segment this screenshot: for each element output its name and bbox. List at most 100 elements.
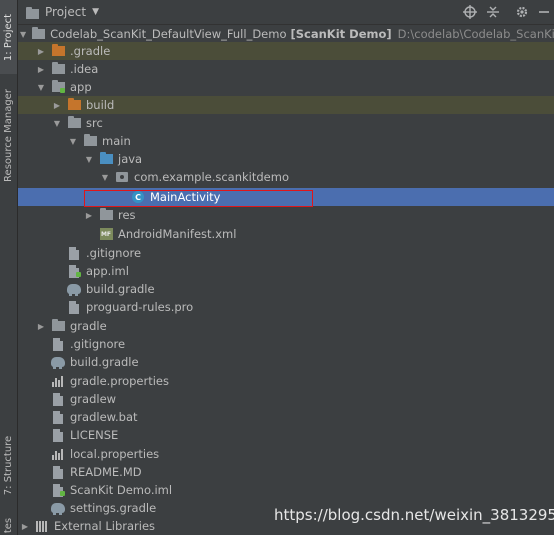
file-icon <box>50 392 66 406</box>
tree-item-app[interactable]: ▼ app <box>18 78 554 96</box>
tree-item-app-iml[interactable]: app.iml <box>18 262 554 280</box>
tool-window-strip: 1: Project Resource Manager 7: Structure… <box>0 0 18 535</box>
tree-item-label: README.MD <box>70 465 142 479</box>
tree-item-label: res <box>118 208 136 222</box>
resource-manager-label: Resource Manager <box>3 88 14 182</box>
tree-item-label: proguard-rules.pro <box>86 300 194 314</box>
tree-item-label: ScanKit Demo.iml <box>70 483 173 497</box>
tree-item-label: .gradle <box>70 44 111 58</box>
expand-arrow-icon[interactable]: ▼ <box>52 118 62 128</box>
collapsed-arrow-icon[interactable]: ▶ <box>36 64 46 74</box>
tree-item-main-activity[interactable]: C MainActivity <box>18 188 554 206</box>
watermark-text: https://blog.csdn.net/weixin_38132951 <box>274 506 554 524</box>
resource-manager-tab[interactable]: Resource Manager <box>0 80 17 190</box>
expand-arrow-icon[interactable]: ▼ <box>68 136 78 146</box>
folder-icon <box>50 62 66 76</box>
tree-item-readme[interactable]: README.MD <box>18 463 554 481</box>
properties-icon <box>50 374 66 388</box>
gradle-elephant-icon <box>50 501 66 515</box>
tree-item-label: build.gradle <box>86 282 155 296</box>
tree-item-label: gradle <box>70 319 107 333</box>
structure-tab-label: 7: Structure <box>3 435 14 495</box>
project-view-selector[interactable]: Project <box>45 5 86 19</box>
root-path: D:\codelab\Codelab_ScanKit_DefaultView <box>397 27 554 41</box>
tree-item-app-gitignore[interactable]: .gitignore <box>18 244 554 262</box>
project-panel-header: Project ▼ <box>18 0 554 25</box>
tree-item-label: AndroidManifest.xml <box>118 227 237 241</box>
class-icon: C <box>130 190 146 204</box>
tree-item-java[interactable]: ▼ java <box>18 150 554 168</box>
tree-item-manifest[interactable]: MF AndroidManifest.xml <box>18 225 554 243</box>
tree-item-gradle[interactable]: ▶ gradle <box>18 317 554 335</box>
tree-item-app-build-gradle[interactable]: build.gradle <box>18 280 554 298</box>
folder-icon <box>50 44 66 58</box>
tree-item-label: app.iml <box>86 264 129 278</box>
tree-item-package[interactable]: ▼ com.example.scankitdemo <box>18 168 554 186</box>
tree-item-proguard[interactable]: proguard-rules.pro <box>18 298 554 316</box>
tree-item-label: local.properties <box>70 447 160 461</box>
tree-item-label: src <box>86 116 103 130</box>
tree-item-label: External Libraries <box>54 519 156 533</box>
collapsed-arrow-icon[interactable]: ▶ <box>52 100 62 110</box>
tree-item-gitignore[interactable]: .gitignore <box>18 335 554 353</box>
tree-item-res[interactable]: ▶ res <box>18 206 554 224</box>
tree-item-label: build.gradle <box>70 355 139 369</box>
folder-icon <box>50 319 66 333</box>
libraries-icon <box>34 519 50 533</box>
tree-item-label: LICENSE <box>70 428 119 442</box>
package-icon <box>114 170 130 184</box>
root-tag: [ScanKit Demo] <box>290 27 392 41</box>
source-folder-icon <box>98 152 114 166</box>
gradle-elephant-icon <box>50 355 66 369</box>
tree-item-label: .idea <box>70 62 99 76</box>
tree-item-gradlew-bat[interactable]: gradlew.bat <box>18 408 554 426</box>
iml-file-icon <box>66 264 82 278</box>
tree-item-label: gradle.properties <box>70 374 169 388</box>
expand-arrow-icon[interactable]: ▼ <box>84 154 94 164</box>
collapsed-arrow-icon[interactable]: ▶ <box>20 521 30 531</box>
chevron-down-icon[interactable]: ▼ <box>92 7 99 17</box>
folder-icon <box>82 134 98 148</box>
tree-item-scankit-iml[interactable]: ScanKit Demo.iml <box>18 481 554 499</box>
favorites-tab[interactable]: tes <box>0 515 17 535</box>
tree-item-label: .gitignore <box>70 337 126 351</box>
tree-item-gradlew[interactable]: gradlew <box>18 390 554 408</box>
resource-folder-icon <box>98 208 114 222</box>
file-icon <box>50 410 66 424</box>
tree-item-license[interactable]: LICENSE <box>18 426 554 444</box>
settings-icon[interactable] <box>514 4 530 20</box>
collapsed-arrow-icon[interactable]: ▶ <box>36 46 46 56</box>
root-label: Codelab_ScanKit_DefaultView_Full_Demo <box>50 27 287 41</box>
tree-item-build[interactable]: ▶ build <box>18 96 554 114</box>
expand-arrow-icon[interactable]: ▼ <box>20 29 26 39</box>
tree-item-root[interactable]: ▼ Codelab_ScanKit_DefaultView_Full_Demo … <box>18 25 554 43</box>
project-tree: ▼ Codelab_ScanKit_DefaultView_Full_Demo … <box>18 25 554 535</box>
tree-item-idea[interactable]: ▶ .idea <box>18 60 554 78</box>
collapsed-arrow-icon[interactable]: ▶ <box>84 210 94 220</box>
properties-icon <box>50 447 66 461</box>
gradle-elephant-icon <box>66 282 82 296</box>
tree-item-label: gradlew.bat <box>70 410 138 424</box>
collapse-all-icon[interactable] <box>485 4 501 20</box>
tree-item-label: main <box>102 134 131 148</box>
tree-item-gradle-properties[interactable]: gradle.properties <box>18 372 554 390</box>
tree-item-main[interactable]: ▼ main <box>18 132 554 150</box>
tree-item-local-properties[interactable]: local.properties <box>18 445 554 463</box>
expand-arrow-icon[interactable]: ▼ <box>100 172 110 182</box>
project-tab-label: 1: Project <box>3 13 14 61</box>
tree-item-build-gradle[interactable]: build.gradle <box>18 353 554 371</box>
project-folder-icon <box>26 6 40 19</box>
tree-item-label: build <box>86 98 115 112</box>
collapsed-arrow-icon[interactable]: ▶ <box>36 321 46 331</box>
file-icon <box>66 300 82 314</box>
hide-panel-icon[interactable] <box>536 4 552 20</box>
module-folder-icon <box>50 80 66 94</box>
tree-item-src[interactable]: ▼ src <box>18 114 554 132</box>
structure-tab[interactable]: 7: Structure <box>0 430 17 500</box>
locate-icon[interactable] <box>462 4 478 20</box>
project-tool-tab[interactable]: 1: Project <box>0 0 17 74</box>
tree-item-label: gradlew <box>70 392 117 406</box>
favorites-tab-label: tes <box>2 517 14 533</box>
tree-item-gradle-dot[interactable]: ▶ .gradle <box>18 42 554 60</box>
expand-arrow-icon[interactable]: ▼ <box>36 82 46 92</box>
